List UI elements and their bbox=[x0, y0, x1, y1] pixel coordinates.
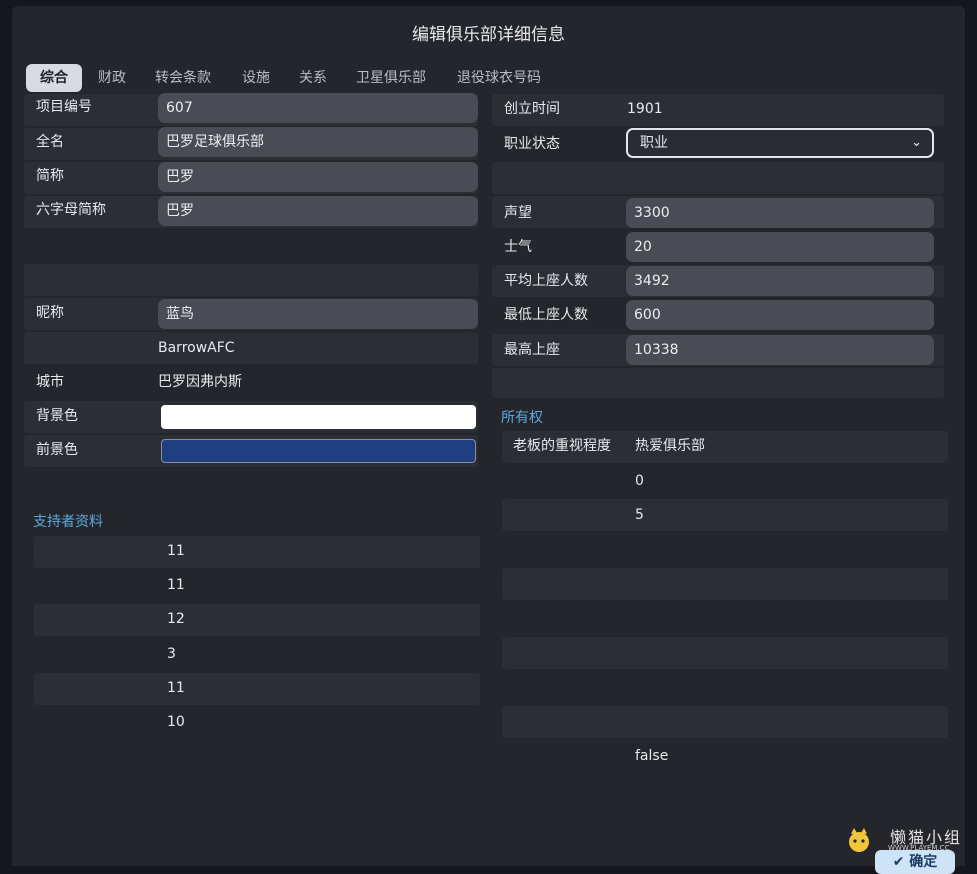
ownership-value: 0 bbox=[635, 473, 644, 489]
boss-focus-label: 老板的重视程度 bbox=[513, 438, 611, 454]
tab-retired-numbers[interactable]: 退役球衣号码 bbox=[457, 64, 541, 92]
status-select[interactable]: 职业 ⌄ bbox=[626, 128, 934, 158]
short-name-label: 简称 bbox=[36, 168, 64, 184]
fg-color-swatch[interactable] bbox=[161, 439, 476, 463]
row-bg bbox=[34, 604, 480, 636]
status-label: 职业状态 bbox=[504, 136, 560, 152]
morale-label: 士气 bbox=[504, 239, 532, 255]
fg-color-label: 前景色 bbox=[36, 442, 78, 458]
ok-button[interactable]: ✔ 确定 bbox=[875, 850, 955, 874]
reputation-label: 声望 bbox=[504, 205, 532, 221]
supporter-value: 10 bbox=[167, 714, 185, 730]
nickname-label: 昵称 bbox=[36, 305, 64, 321]
founded-label: 创立时间 bbox=[504, 101, 560, 117]
supporter-value: 12 bbox=[167, 611, 185, 627]
row-bg bbox=[34, 536, 480, 568]
short-name-field[interactable]: 巴罗 bbox=[158, 162, 478, 192]
bg-color-swatch[interactable] bbox=[161, 405, 476, 429]
city-label: 城市 bbox=[36, 374, 64, 390]
ownership-heading: 所有权 bbox=[501, 410, 543, 426]
full-name-field[interactable]: 巴罗足球俱乐部 bbox=[158, 127, 478, 157]
project-id-label: 项目编号 bbox=[36, 99, 92, 115]
nickname-extra: BarrowAFC bbox=[158, 340, 235, 356]
founded-value: 1901 bbox=[627, 101, 663, 117]
edit-club-dialog: 编辑俱乐部详细信息 综合 财政 转会条款 设施 关系 卫星俱乐部 退役球衣号码 … bbox=[12, 6, 965, 866]
city-value: 巴罗因弗内斯 bbox=[158, 374, 242, 390]
min-attendance-field[interactable]: 600 bbox=[626, 300, 934, 330]
tab-facilities[interactable]: 设施 bbox=[242, 64, 270, 92]
status-select-value: 职业 bbox=[640, 135, 668, 151]
row-bg bbox=[24, 264, 478, 296]
row-bg bbox=[502, 499, 948, 531]
avg-attendance-label: 平均上座人数 bbox=[504, 273, 588, 289]
six-letter-field[interactable]: 巴罗 bbox=[158, 196, 478, 226]
cat-logo-icon bbox=[849, 828, 869, 852]
row-bg bbox=[502, 706, 948, 738]
max-attendance-label: 最高上座 bbox=[504, 342, 560, 358]
tab-general[interactable]: 综合 bbox=[26, 64, 82, 92]
supporter-value: 3 bbox=[167, 646, 176, 662]
row-bg bbox=[492, 368, 944, 398]
reputation-field[interactable]: 3300 bbox=[626, 198, 934, 228]
row-bg bbox=[492, 162, 944, 194]
max-attendance-field[interactable]: 10338 bbox=[626, 335, 934, 365]
supporters-heading: 支持者资料 bbox=[33, 514, 103, 530]
avg-attendance-field[interactable]: 3492 bbox=[626, 266, 934, 296]
supporter-value: 11 bbox=[167, 680, 185, 696]
project-id-field[interactable]: 607 bbox=[158, 93, 478, 123]
supporter-value: 11 bbox=[167, 543, 185, 559]
bg-color-label: 背景色 bbox=[36, 408, 78, 424]
row-bg bbox=[34, 673, 480, 705]
supporter-value: 11 bbox=[167, 577, 185, 593]
dialog-title: 编辑俱乐部详细信息 bbox=[412, 25, 565, 45]
ownership-value: 5 bbox=[635, 507, 644, 523]
tab-relations[interactable]: 关系 bbox=[299, 64, 327, 92]
row-bg bbox=[502, 637, 948, 669]
tab-affiliates[interactable]: 卫星俱乐部 bbox=[356, 64, 426, 92]
ownership-bool: false bbox=[635, 748, 669, 764]
tab-finance[interactable]: 财政 bbox=[98, 64, 126, 92]
six-letter-label: 六字母简称 bbox=[36, 202, 106, 218]
min-attendance-label: 最低上座人数 bbox=[504, 307, 588, 323]
row-bg bbox=[24, 332, 478, 364]
boss-focus-value: 热爱俱乐部 bbox=[635, 438, 705, 454]
morale-field[interactable]: 20 bbox=[626, 232, 934, 262]
row-bg bbox=[502, 568, 948, 600]
nickname-field[interactable]: 蓝鸟 bbox=[158, 299, 478, 329]
chevron-down-icon: ⌄ bbox=[911, 135, 922, 150]
full-name-label: 全名 bbox=[36, 134, 64, 150]
tab-transfer-terms[interactable]: 转会条款 bbox=[155, 64, 211, 92]
